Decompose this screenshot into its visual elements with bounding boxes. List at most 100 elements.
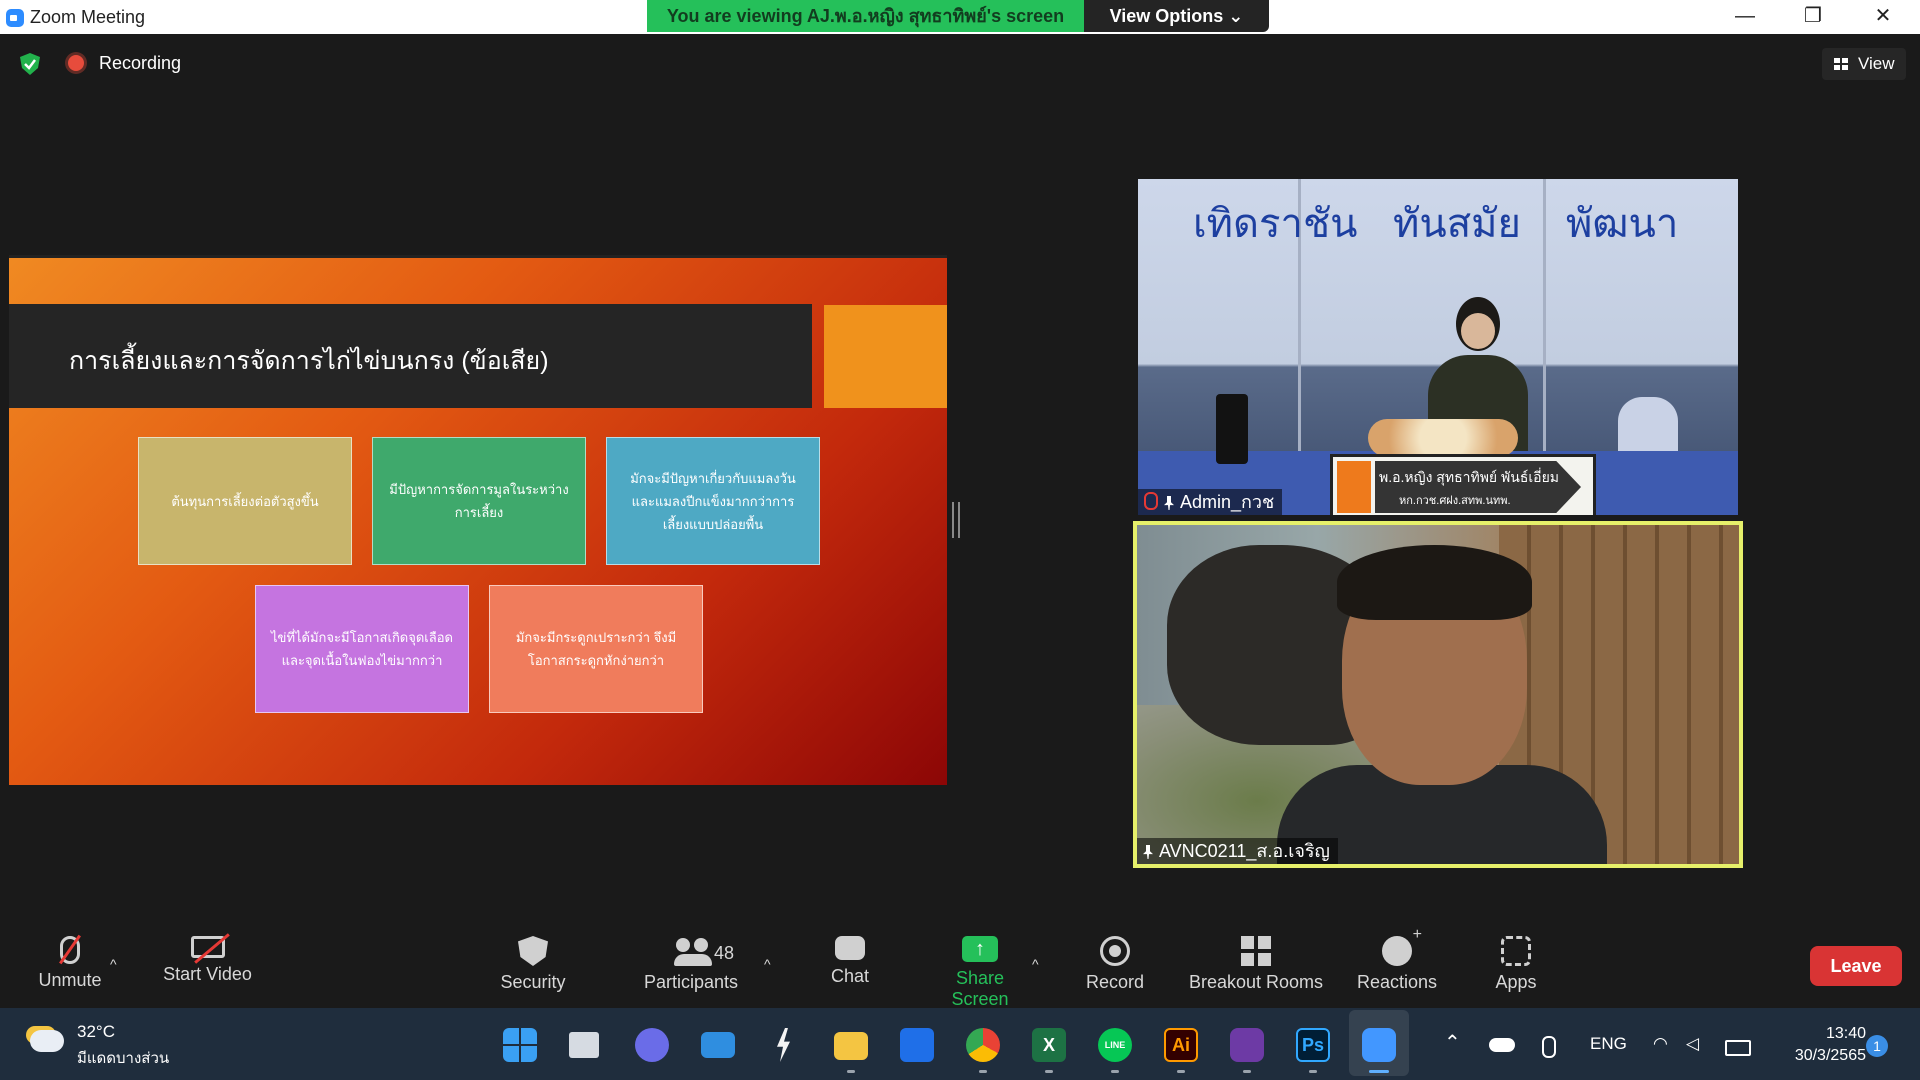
teams-chat-icon[interactable]: [635, 1028, 669, 1062]
nameplate-accent: [1337, 461, 1371, 513]
microphone-icon[interactable]: [1542, 1036, 1556, 1058]
volume-icon[interactable]: ◁: [1686, 1034, 1699, 1054]
screen-share-banner: You are viewing AJ.พ.อ.หญิง สุทธาทิพย์'s…: [647, 0, 1084, 32]
notification-badge[interactable]: 1: [1866, 1035, 1888, 1057]
slide-box: ไข่ที่ได้มักจะมีโอกาสเกิดจุดเลือดและจุดเ…: [255, 585, 469, 713]
record-label: Record: [1085, 972, 1145, 992]
apps-label: Apps: [1495, 972, 1537, 992]
dropbox-icon[interactable]: [900, 1028, 934, 1062]
view-options-button[interactable]: View Options ⌄: [1084, 0, 1269, 32]
task-view-icon[interactable]: [569, 1032, 599, 1058]
record-button[interactable]: Record: [1080, 936, 1150, 1006]
weather-condition[interactable]: มีแดดบางส่วน: [77, 1046, 169, 1070]
recording-icon: [68, 55, 84, 71]
apps-icon: [1501, 936, 1531, 966]
windows-taskbar: 32°C มีแดดบางส่วน X LINE Ai Ps ⌃ ENG ◠ ◁…: [0, 1008, 1920, 1080]
clock-time: 13:40: [1825, 1025, 1866, 1042]
excel-icon[interactable]: X: [1032, 1028, 1066, 1062]
slide-top-border: [9, 255, 947, 258]
video-tile-admin[interactable]: เทิดราชัน ทันสมัย พัฒนา พ.อ.หญิง สุทธาทิ…: [1138, 179, 1738, 515]
chat-button[interactable]: Chat: [820, 936, 880, 1006]
share-screen-icon: [962, 936, 998, 962]
share-screen-button[interactable]: Share Screen: [925, 936, 1035, 1009]
participant-count: 48: [714, 943, 735, 963]
running-indicator: [1243, 1070, 1251, 1073]
start-video-button[interactable]: Start Video: [150, 936, 265, 1006]
zoom-logo-icon: [6, 9, 24, 27]
language-indicator[interactable]: ENG: [1590, 1034, 1627, 1054]
cup: [1216, 394, 1248, 464]
line-icon[interactable]: LINE: [1098, 1028, 1132, 1062]
share-options-caret[interactable]: ^: [1032, 956, 1039, 972]
muted-mic-icon: [1144, 492, 1158, 510]
pin-icon: [1143, 845, 1153, 859]
shared-screen-slide: การเลี้ยงและการจัดการไก่ไข่บนกรง (ข้อเสี…: [9, 255, 947, 785]
temperature[interactable]: 32°C: [77, 1022, 115, 1042]
wall-column: [1543, 179, 1546, 479]
view-button[interactable]: View: [1822, 48, 1906, 80]
slide-accent-block: [824, 305, 947, 408]
slide-box: มีปัญหาการจัดการมูลในระหว่างการเลี้ยง: [372, 437, 586, 565]
apps-button[interactable]: Apps: [1490, 936, 1542, 1006]
pin-icon: [1164, 496, 1174, 510]
security-button[interactable]: Security: [490, 936, 576, 1006]
unmute-label: Unmute: [38, 970, 102, 990]
onedrive-cloud-icon[interactable]: [1489, 1038, 1515, 1052]
flower-arrangement: [1368, 419, 1518, 457]
pdf-app-icon[interactable]: [1230, 1028, 1264, 1062]
muted-microphone-icon: [60, 936, 80, 964]
battery-icon[interactable]: [1725, 1040, 1751, 1056]
slide-box: ต้นทุนการเลี้ยงต่อตัวสูงขึ้น: [138, 437, 352, 565]
recording-label[interactable]: Recording: [99, 53, 181, 74]
system-clock[interactable]: 13:40 30/3/2565: [1768, 1023, 1866, 1067]
reactions-button[interactable]: Reactions: [1352, 926, 1442, 1006]
breakout-rooms-icon: [1241, 936, 1271, 966]
title-bar: Zoom Meeting You are viewing AJ.พ.อ.หญิง…: [0, 0, 1920, 34]
share-screen-label: Share Screen: [951, 968, 1009, 1009]
view-label: View: [1858, 54, 1895, 73]
active-indicator: [1369, 1070, 1389, 1073]
motto-word: เทิดราชัน: [1193, 201, 1358, 247]
minimize-button[interactable]: —: [1720, 0, 1770, 34]
chat-icon: [835, 936, 865, 960]
clock-date: 30/3/2565: [1794, 1047, 1866, 1064]
nameplate-position: หก.กวช.ศฝง.สทพ.นทพ.: [1399, 495, 1511, 507]
illustrator-icon[interactable]: Ai: [1164, 1028, 1198, 1062]
nameplate: พ.อ.หญิง สุทธาทิพย์ พันธ์เอี่ยม หก.กวช.ศ…: [1330, 454, 1596, 515]
unmute-button[interactable]: Unmute: [30, 936, 110, 1006]
participant-name-tag: AVNC0211_ส.อ.เจริญ: [1137, 838, 1338, 864]
file-explorer-icon[interactable]: [834, 1032, 868, 1060]
participant-name-tag: Admin_กวช: [1138, 489, 1283, 515]
windows-start-icon[interactable]: [503, 1028, 537, 1062]
photoshop-icon[interactable]: Ps: [1296, 1028, 1330, 1062]
participants-icon: [674, 936, 714, 966]
encryption-shield-icon[interactable]: [18, 52, 42, 76]
chat-label: Chat: [830, 966, 870, 986]
mail-icon[interactable]: [701, 1032, 735, 1058]
wifi-icon[interactable]: ◠: [1653, 1034, 1668, 1054]
running-indicator: [1111, 1070, 1119, 1073]
audio-options-caret[interactable]: ^: [110, 956, 117, 972]
bolt-app-icon[interactable]: [777, 1028, 790, 1062]
running-indicator: [1045, 1070, 1053, 1073]
show-hidden-icons-chevron-icon[interactable]: ⌃: [1444, 1030, 1461, 1055]
leave-button[interactable]: Leave: [1810, 946, 1902, 986]
window-title: Zoom Meeting: [30, 7, 146, 27]
close-button[interactable]: ✕: [1858, 0, 1908, 34]
participants-options-caret[interactable]: ^: [764, 956, 771, 972]
weather-icon[interactable]: [30, 1030, 64, 1052]
person-face: [1461, 313, 1495, 349]
chrome-icon[interactable]: [966, 1028, 1000, 1062]
participants-label: Participants: [643, 972, 739, 992]
video-tile-active-speaker[interactable]: AVNC0211_ส.อ.เจริญ: [1133, 521, 1743, 868]
security-shield-icon: [518, 936, 548, 966]
motto-word: ทันสมัย: [1393, 201, 1521, 247]
nameplate-name: พ.อ.หญิง สุทธาทิพย์ พันธ์เอี่ยม: [1379, 469, 1559, 485]
restore-button[interactable]: ❐: [1788, 0, 1838, 34]
security-label: Security: [500, 972, 566, 992]
video-off-icon: [190, 936, 225, 958]
panel-splitter-handle[interactable]: [952, 502, 960, 538]
slide-title-bar: การเลี้ยงและการจัดการไก่ไข่บนกรง (ข้อเสี…: [9, 304, 812, 408]
breakout-rooms-button[interactable]: Breakout Rooms: [1186, 936, 1326, 1006]
meeting-toolbar: Unmute ^ Start Video Security Participan…: [0, 920, 1920, 1009]
